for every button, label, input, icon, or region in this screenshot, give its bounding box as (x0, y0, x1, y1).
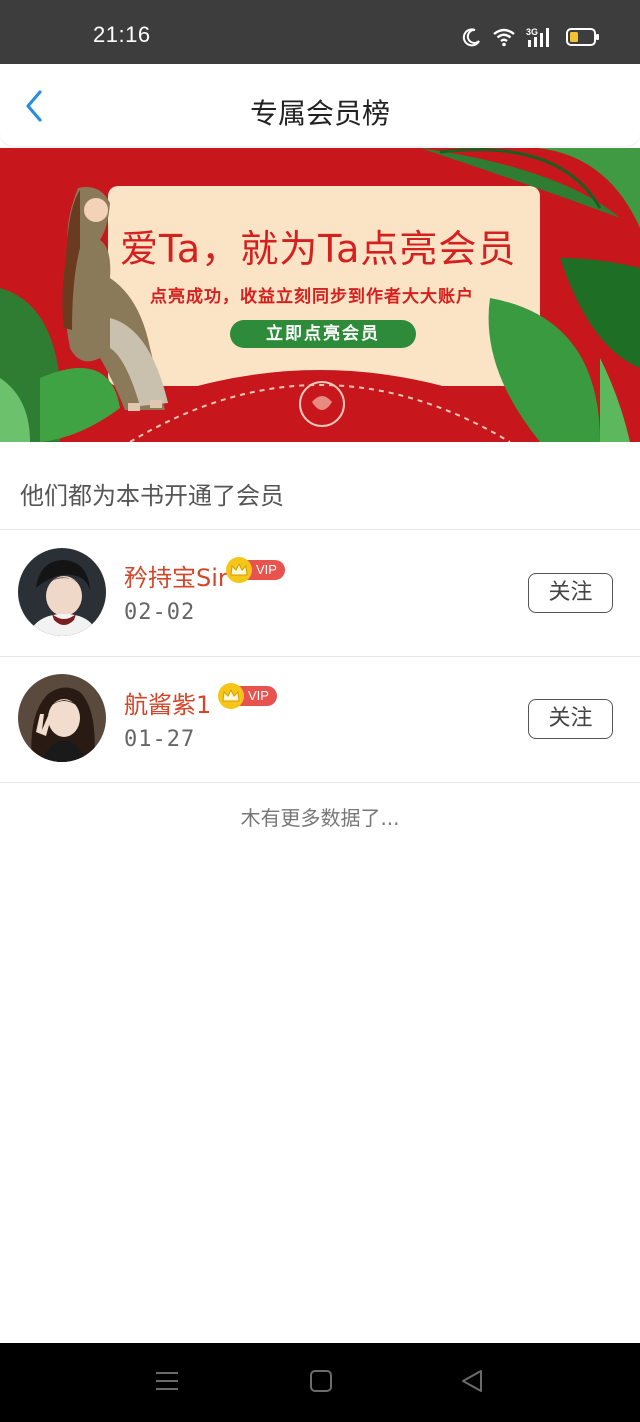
home-icon[interactable] (309, 1369, 333, 1397)
crown-icon (218, 683, 244, 709)
status-bar: 21:16 3G (0, 0, 640, 64)
back-triangle-icon[interactable] (460, 1369, 484, 1397)
promo-banner[interactable]: 爱Ta，就为Ta点亮会员 点亮成功，收益立刻同步到作者大大账户 立即点亮会员 (0, 148, 640, 442)
wifi-icon (492, 27, 516, 47)
member-name[interactable]: 航酱紫1 (124, 685, 211, 720)
divider (0, 782, 640, 783)
status-icons: 3G (462, 26, 600, 48)
no-more-data-text: 木有更多数据了... (240, 806, 400, 830)
avatar[interactable] (18, 674, 106, 762)
status-time: 21:16 (93, 22, 151, 47)
member-name[interactable]: 矜持宝Sir (124, 558, 228, 593)
member-date: 02-02 (124, 600, 196, 625)
follow-button[interactable]: 关注 (528, 699, 613, 739)
avatar[interactable] (18, 548, 106, 636)
follow-button[interactable]: 关注 (528, 573, 613, 613)
banner-headline: 爱Ta，就为Ta点亮会员 (120, 227, 517, 271)
menu-icon[interactable] (155, 1369, 179, 1397)
page-title: 专属会员榜 (249, 97, 390, 130)
network-type: 3G (526, 27, 538, 37)
header: 专属会员榜 (0, 64, 640, 146)
banner-subtitle: 点亮成功，收益立刻同步到作者大大账户 (150, 287, 474, 307)
member-date: 01-27 (124, 727, 196, 752)
moon-icon (462, 27, 482, 47)
light-up-membership-button[interactable]: 立即点亮会员 (230, 320, 416, 348)
vip-badge: VIP (226, 557, 285, 583)
crown-icon (226, 557, 252, 583)
signal-icon: 3G (526, 26, 556, 48)
battery-icon (566, 27, 600, 47)
section-heading: 他们都为本书开通了会员 (20, 482, 284, 510)
vip-badge: VIP (218, 683, 277, 709)
list-item[interactable]: 航酱紫1 VIP 01-27 关注 (0, 657, 640, 783)
system-nav-bar (0, 1343, 640, 1422)
list-item[interactable]: 矜持宝Sir VIP 02-02 关注 (0, 530, 640, 656)
